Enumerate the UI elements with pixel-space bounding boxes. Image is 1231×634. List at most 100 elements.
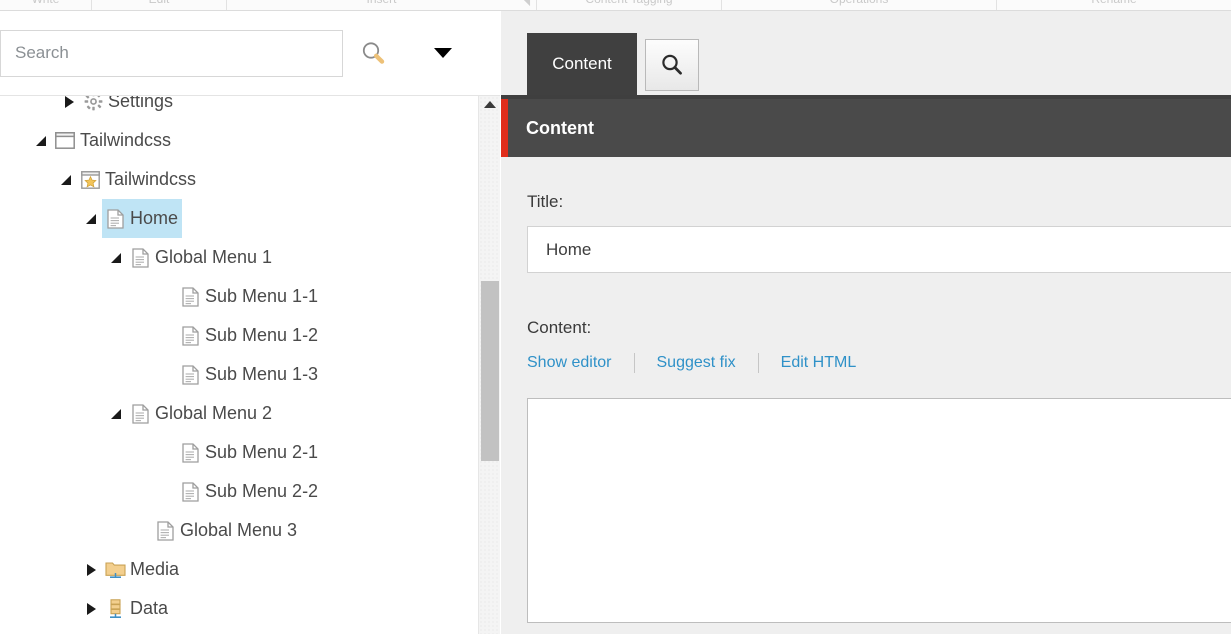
tree-item-settings[interactable]: Settings	[0, 96, 478, 121]
tree-item-global-menu-1[interactable]: Global Menu 1	[0, 238, 478, 277]
data-icon	[102, 589, 128, 628]
tree-item-sub-menu-1-1[interactable]: Sub Menu 1-1	[0, 277, 478, 316]
expand-arrow-icon[interactable]	[80, 628, 102, 634]
tree-scrollbar[interactable]	[478, 96, 500, 634]
tree-item-sub-menu-2-2[interactable]: Sub Menu 2-2	[0, 472, 478, 511]
tree-item-global-menu-3[interactable]: Global Menu 3	[0, 511, 478, 550]
content-form: Title: Content: Show editor Suggest fix Ed…	[501, 157, 1231, 634]
tree-search-bar	[0, 11, 500, 96]
collapse-arrow-icon[interactable]	[105, 238, 127, 277]
tree-item-label: Sub Menu 1-2	[205, 325, 319, 345]
document-icon	[127, 394, 153, 433]
tree-toggle-spacer	[155, 277, 177, 316]
tree-item-sub-menu-2-1[interactable]: Sub Menu 2-1	[0, 433, 478, 472]
document-icon	[177, 316, 203, 355]
tree-item-label: Tailwindcss	[105, 169, 197, 189]
ribbon-group-label: Content Tagging	[585, 0, 672, 5]
content-tree-pane: Settings Tailwindcss Tailwindcss Home Global…	[0, 11, 500, 634]
search-icon	[662, 54, 682, 75]
editor-tabstrip: Content	[501, 11, 1231, 95]
editor-pane: Content Content Title: Content: Show edi…	[501, 11, 1231, 634]
document-icon	[152, 511, 178, 550]
section-title: Content	[526, 117, 594, 138]
tree-item-label: Tailwindcss	[80, 130, 172, 150]
media-folder-icon	[102, 550, 128, 589]
tree-toggle-spacer	[130, 511, 152, 550]
tab-content[interactable]: Content	[527, 33, 637, 95]
tree-item-label: Global Menu 1	[155, 247, 273, 267]
tree-item-data[interactable]: Data	[0, 589, 478, 628]
tree-item-label: Sub Menu 2-2	[205, 481, 319, 501]
tree-item-label: Global Menu 2	[155, 403, 273, 423]
ribbon-group-rename[interactable]: Rename	[997, 0, 1231, 10]
ribbon-group-label: Operations	[830, 0, 889, 5]
scrollbar-thumb[interactable]	[481, 281, 499, 461]
link-divider	[633, 353, 635, 373]
document-icon	[102, 199, 128, 238]
star-page-icon	[77, 160, 103, 199]
section-accent-bar	[501, 99, 508, 157]
collapse-arrow-icon[interactable]	[30, 121, 52, 160]
ribbon-group-write[interactable]: Write	[0, 0, 92, 10]
scroll-up-arrow-icon[interactable]	[483, 101, 496, 108]
link-show-editor[interactable]: Show editor	[527, 354, 612, 372]
title-field-label: Title:	[527, 192, 564, 211]
link-suggest-fix[interactable]: Suggest fix	[657, 354, 736, 372]
tab-content-label: Content	[552, 54, 612, 73]
expand-arrow-icon[interactable]	[80, 589, 102, 628]
document-icon	[177, 355, 203, 394]
site-icon	[52, 121, 78, 160]
expand-arrow-icon[interactable]	[58, 96, 80, 121]
document-icon	[177, 472, 203, 511]
ribbon-group-edit[interactable]: Edit	[92, 0, 227, 10]
collapse-arrow-icon[interactable]	[80, 199, 102, 238]
tree-toggle-spacer	[155, 316, 177, 355]
application-window: Write Edit Insert ◥ Content Tagging Operation…	[0, 0, 1231, 634]
tree-item-label: Sub Menu 2-1	[205, 442, 319, 462]
ribbon-group-insert[interactable]: Insert ◥	[227, 0, 537, 10]
search-input[interactable]	[0, 29, 343, 77]
ribbon-toolbar: Write Edit Insert ◥ Content Tagging Operation…	[0, 0, 1231, 11]
collapse-arrow-icon[interactable]	[105, 394, 127, 433]
content-tree: Settings Tailwindcss Tailwindcss Home Global…	[0, 96, 478, 634]
search-options-dropdown[interactable]	[403, 30, 483, 77]
tree-scroll-viewport: Settings Tailwindcss Tailwindcss Home Global…	[0, 96, 500, 634]
link-divider	[757, 353, 759, 373]
tree-item-label: Settings	[108, 96, 174, 111]
tree-item-label: Sub Menu 1-1	[205, 286, 319, 306]
ribbon-group-label: Edit	[149, 0, 170, 5]
ribbon-group-content-tagging[interactable]: Content Tagging	[537, 0, 722, 10]
expand-arrow-icon[interactable]	[80, 550, 102, 589]
tree-item-tailwindcss[interactable]: Tailwindcss	[0, 121, 478, 160]
search-icon	[362, 42, 385, 64]
tree-item-home[interactable]: Home	[0, 199, 478, 238]
link-edit-html[interactable]: Edit HTML	[781, 354, 857, 372]
document-icon	[177, 277, 203, 316]
content-field-label: Content:	[527, 318, 592, 337]
ribbon-group-label: Insert	[366, 0, 396, 5]
ribbon-group-operations[interactable]: Operations	[722, 0, 997, 10]
tab-search-button[interactable]	[645, 39, 699, 91]
gear-icon	[80, 96, 106, 121]
tree-toggle-spacer	[155, 433, 177, 472]
title-input[interactable]	[527, 226, 1231, 273]
document-icon	[177, 433, 203, 472]
ribbon-expand-icon[interactable]: ◥	[523, 0, 530, 8]
tree-toggle-spacer	[155, 472, 177, 511]
collapse-arrow-icon[interactable]	[55, 160, 77, 199]
tree-item-sub-menu-1-3[interactable]: Sub Menu 1-3	[0, 355, 478, 394]
tree-item-label: Data	[130, 598, 169, 618]
tree-item-label: Media	[130, 559, 180, 579]
tree-item-label: Home	[128, 199, 183, 238]
search-button[interactable]	[343, 30, 403, 77]
ribbon-group-label: Write	[32, 0, 60, 5]
layout-icon	[102, 628, 128, 634]
content-editor-box[interactable]	[527, 398, 1231, 623]
chevron-down-icon	[434, 48, 452, 58]
tree-item-tailwindcss[interactable]: Tailwindcss	[0, 160, 478, 199]
tree-item-media[interactable]: Media	[0, 550, 478, 589]
tree-item-display[interactable]: Display	[0, 628, 478, 634]
tree-item-label: Display	[128, 628, 193, 634]
tree-item-global-menu-2[interactable]: Global Menu 2	[0, 394, 478, 433]
tree-item-sub-menu-1-2[interactable]: Sub Menu 1-2	[0, 316, 478, 355]
